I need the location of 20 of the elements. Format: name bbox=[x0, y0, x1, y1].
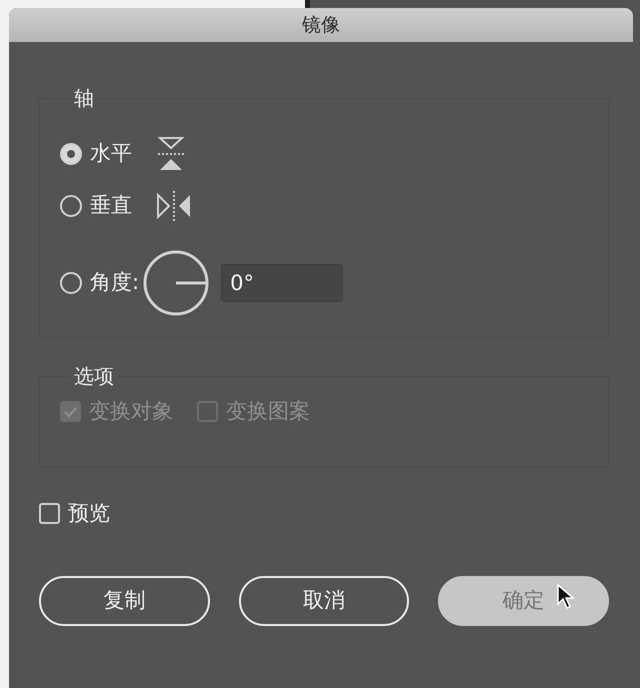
dialog-button[interactable]: 取消 bbox=[238, 576, 410, 626]
checkbox-label: 变换对象 bbox=[89, 398, 173, 425]
window-title: 镜像 bbox=[302, 12, 340, 38]
angle-dial[interactable] bbox=[143, 250, 210, 316]
cursor-icon bbox=[557, 584, 575, 610]
radio-button[interactable] bbox=[60, 272, 82, 294]
radio-label: 垂直 bbox=[90, 192, 132, 220]
checkbox-label: 预览 bbox=[68, 500, 110, 527]
radio-label: 角度: bbox=[90, 269, 140, 296]
radio-button[interactable] bbox=[60, 143, 82, 165]
radio-label: 水平 bbox=[90, 140, 132, 168]
radio-button[interactable] bbox=[60, 195, 82, 217]
checkbox-label: 变换图案 bbox=[226, 398, 310, 425]
check-icon bbox=[63, 406, 78, 418]
flip-vertical-icon bbox=[156, 190, 192, 222]
angle-field[interactable]: 0° bbox=[221, 264, 344, 302]
group-label: 选项 bbox=[73, 366, 115, 386]
flip-horizontal-icon bbox=[156, 136, 186, 172]
group-label: 轴 bbox=[73, 88, 95, 108]
dialog-button[interactable]: 复制 bbox=[39, 576, 210, 626]
